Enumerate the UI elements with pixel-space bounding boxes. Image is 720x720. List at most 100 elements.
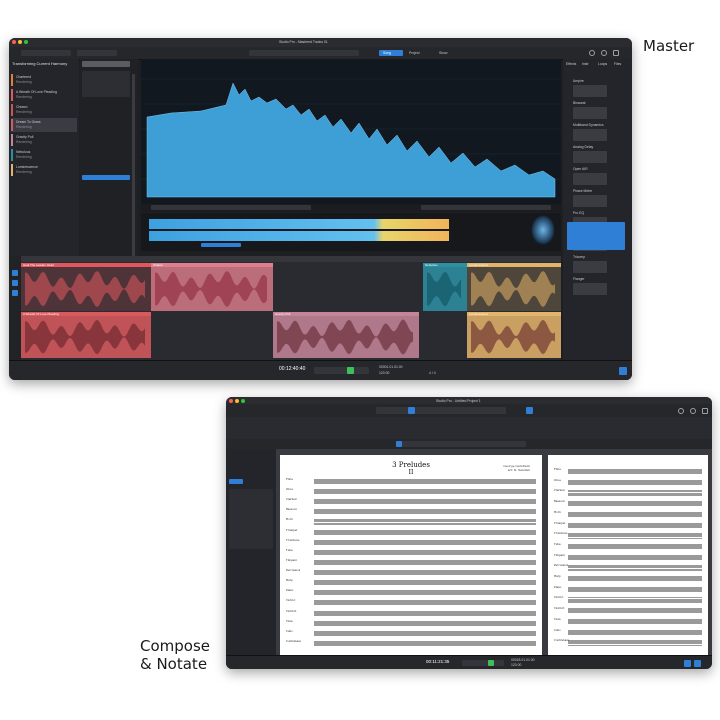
browser-item[interactable]: Tricomp [573, 255, 585, 259]
audio-clip[interactable]: Nebulous [423, 263, 467, 311]
staff-line [314, 584, 536, 585]
toolbar-field-2[interactable] [77, 50, 117, 56]
analyzer-controls [141, 204, 561, 212]
tool-range[interactable] [12, 280, 18, 286]
preset-selected[interactable] [82, 175, 130, 180]
clip-name: Luminescence [469, 312, 489, 316]
close-dot[interactable] [229, 398, 233, 403]
instrument-name: Oboe [554, 478, 561, 482]
track-name: Dream To Grass [16, 120, 41, 124]
browser-item[interactable]: Analog Delay [573, 145, 593, 149]
view-toggle[interactable] [619, 367, 627, 375]
home-icon[interactable] [702, 408, 708, 414]
staff-line [568, 644, 702, 646]
audio-clip[interactable]: Gravity Pull [273, 312, 419, 358]
tool-select[interactable] [12, 270, 18, 276]
staff: Trumpet [286, 529, 536, 535]
notation-tools[interactable] [396, 441, 526, 447]
clip-waveform [471, 319, 555, 355]
track-list-item[interactable]: Gravity Pull Rendering [11, 133, 77, 147]
home-icon[interactable] [613, 50, 619, 56]
browser-highlight[interactable] [567, 222, 625, 250]
instrument-name: Percussion [554, 564, 569, 568]
instrument-name: Horn [286, 518, 293, 522]
preset-list[interactable] [82, 71, 130, 97]
track-list-item[interactable]: Luminescence Rendering [11, 163, 77, 177]
browser-item[interactable]: Open AIR [573, 167, 588, 171]
notation-active[interactable] [396, 441, 402, 447]
preset-header[interactable] [82, 61, 130, 67]
palette-grid[interactable] [229, 489, 273, 549]
browser-item[interactable]: Flanger [573, 277, 585, 281]
staff-line [314, 533, 536, 535]
instrument-name: Piano [286, 589, 294, 593]
browser-item[interactable]: Ampire [573, 79, 584, 83]
browser-item[interactable]: Binaural [573, 101, 585, 105]
clip-waveform [25, 319, 145, 355]
track-list-item[interactable]: Nebulous Rendering [11, 148, 77, 162]
audio-clip[interactable]: Luminescence [467, 263, 561, 311]
toolbar-tools[interactable] [376, 407, 506, 414]
plugin-thumbnail [573, 85, 607, 97]
audio-clip[interactable]: A Wreath Of Love Pleading [21, 312, 151, 358]
transport-controls[interactable] [314, 367, 369, 374]
audio-clip[interactable]: Luminescence [467, 312, 561, 358]
track-list-item[interactable]: Dream To Grass Rendering [11, 118, 77, 132]
instrument-name: Contrabass [554, 639, 569, 643]
browser-item[interactable]: Multiband Dynamics [573, 123, 604, 127]
zoom-dot[interactable] [24, 40, 28, 44]
minimize-dot[interactable] [18, 40, 22, 44]
clip-name: Gravity Pull [275, 312, 291, 316]
browser-item[interactable]: Pro EQ [573, 211, 584, 215]
view-toggle-2[interactable] [694, 660, 701, 667]
staff-line [314, 563, 536, 565]
staff: Trombone [554, 532, 702, 539]
window-title: Studio Pro - Untitled Project 1 [436, 398, 481, 403]
browser-tab[interactable]: Loops [598, 62, 607, 66]
instrument-name: Oboe [286, 488, 293, 492]
view-toggle[interactable] [684, 660, 691, 667]
tab-song[interactable]: Song [383, 51, 391, 55]
zoom-dot[interactable] [241, 398, 245, 403]
user-icon[interactable] [589, 50, 595, 56]
browser-tab[interactable]: Effects [566, 62, 576, 66]
minimize-dot[interactable] [235, 398, 239, 403]
transport-time: 00:11:21:35 [426, 659, 450, 664]
analyzer-tabs[interactable] [151, 205, 311, 210]
audio-clip[interactable]: Chiasm [151, 263, 273, 311]
toolbar-tools[interactable] [249, 50, 359, 56]
tab-show[interactable]: Show [439, 51, 447, 55]
transport-bars: 00001.01.01.00 [379, 365, 403, 369]
title-bar: Studio Pro - Untitled Project 1 [226, 397, 712, 404]
close-dot[interactable] [12, 40, 16, 44]
transport-controls[interactable] [462, 660, 504, 666]
user-icon[interactable] [678, 408, 684, 414]
track-list-item[interactable]: Chartered Rendering [11, 73, 77, 87]
analyzer-options[interactable] [421, 205, 551, 210]
tool-draw[interactable] [12, 290, 18, 296]
settings-icon[interactable] [601, 50, 607, 56]
plugin-thumbnail [573, 283, 607, 295]
play-button[interactable] [488, 660, 494, 666]
toolbar-field[interactable] [21, 50, 71, 56]
staff-line [568, 494, 702, 496]
staff-line [314, 513, 536, 514]
settings-icon[interactable] [690, 408, 696, 414]
track-list-item[interactable]: A Wreath Of Love Pleading Rendering [11, 88, 77, 102]
browser-tab[interactable]: Instr [582, 62, 589, 66]
browser-item[interactable]: Phase Meter [573, 189, 592, 193]
browser-tab[interactable]: Files [614, 62, 621, 66]
palette-tab[interactable] [229, 479, 243, 484]
toolbar-active-mode[interactable] [526, 407, 533, 414]
track-status: Rendering [16, 95, 32, 99]
toolbar-active-tool[interactable] [408, 407, 415, 414]
inspector-scroll[interactable] [132, 74, 135, 264]
staff: Violin II [286, 610, 536, 616]
tab-project[interactable]: Project [409, 51, 420, 55]
play-button[interactable] [347, 367, 354, 374]
track-color-bar [11, 104, 13, 116]
audio-clip[interactable]: Heal The Leaden Heart [21, 263, 151, 311]
track-list-item[interactable]: Chiasm Rendering [11, 103, 77, 117]
spectrum-fill [146, 82, 556, 198]
clip-waveform [427, 271, 461, 307]
